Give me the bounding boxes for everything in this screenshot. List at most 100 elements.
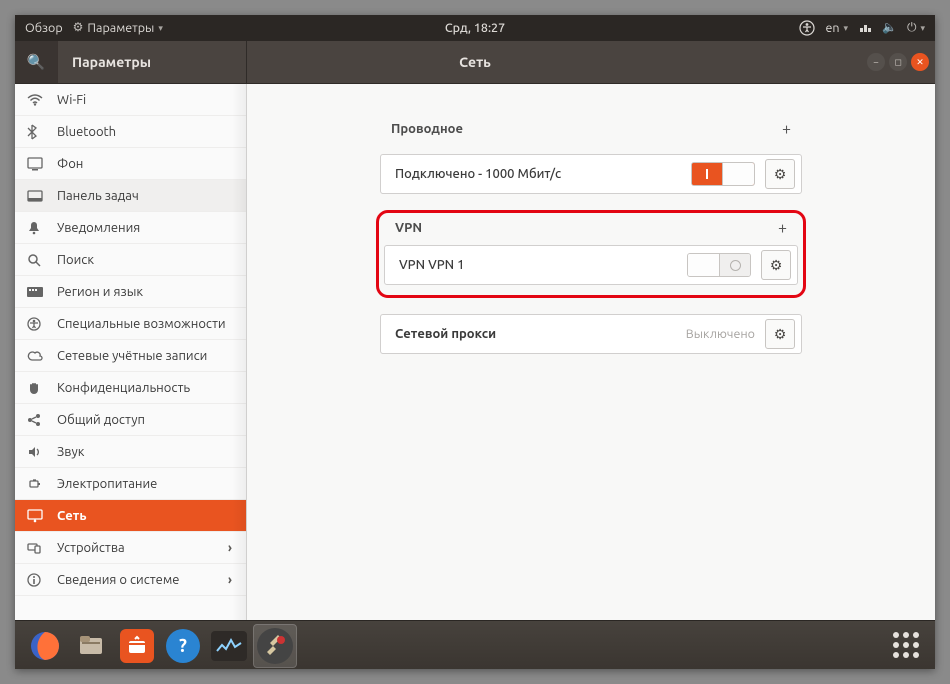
window-minimize-button[interactable]: – — [867, 53, 885, 71]
about-icon — [27, 573, 45, 587]
chevron-right-icon: › — [228, 573, 236, 587]
chevron-right-icon: › — [228, 541, 236, 555]
wired-settings-button[interactable]: ⚙ — [765, 159, 795, 189]
sidebar-item-region[interactable]: Регион и язык — [15, 276, 246, 308]
sidebar-item-label: Регион и язык — [57, 285, 143, 299]
sidebar-item-label: Уведомления — [57, 221, 140, 235]
sidebar-item-label: Звук — [57, 445, 84, 459]
search-icon: 🔍 — [27, 53, 46, 71]
wired-section-header: Проводное + — [387, 120, 795, 138]
clock[interactable]: Срд, 18:27 — [445, 21, 505, 35]
sidebar-item-label: Сеть — [57, 509, 87, 523]
sidebar-item-label: Поиск — [57, 253, 94, 267]
network-status-icon[interactable] — [856, 21, 874, 35]
sidebar-item-label: Устройства — [57, 541, 216, 555]
sidebar-item-label: Фон — [57, 157, 83, 171]
vpn-highlight-annotation: VPN + VPN VPN 1 ⚙ — [376, 210, 806, 298]
sidebar-item-label: Сетевые учётные записи — [57, 349, 207, 363]
network-icon — [27, 509, 45, 523]
wired-status-label: Подключено - 1000 Мбит/с — [395, 167, 681, 181]
network-settings-content: Проводное + Подключено - 1000 Мбит/с ⚙ V… — [247, 84, 935, 620]
gear-icon: ⚙ — [770, 257, 783, 274]
sidebar-item-privacy[interactable]: Конфиденциальность — [15, 372, 246, 404]
gnome-top-panel: Обзор ⚙ Параметры Срд, 18:27 en 🔈 ⏻ — [15, 15, 935, 41]
system-menu-icon[interactable]: ⏻ — [905, 22, 927, 34]
volume-status-icon[interactable]: 🔈 — [880, 22, 899, 34]
a11y-status-icon[interactable] — [797, 20, 817, 36]
wired-toggle[interactable] — [691, 162, 755, 186]
vpn-toggle[interactable] — [687, 253, 751, 277]
a11y-icon — [27, 317, 45, 331]
sidebar-item-network[interactable]: Сеть — [15, 500, 246, 532]
wired-add-button[interactable]: + — [782, 120, 791, 138]
gear-icon: ⚙ — [774, 326, 787, 343]
sidebar-item-label: Сведения о системе — [57, 573, 216, 587]
dock-app-software[interactable] — [115, 624, 159, 668]
sidebar-item-online-accounts[interactable]: Сетевые учётные записи — [15, 340, 246, 372]
sidebar-item-label: Конфиденциальность — [57, 381, 190, 395]
sidebar-item-label: Bluetooth — [57, 125, 116, 139]
vpn-add-button[interactable]: + — [778, 219, 787, 237]
region-icon — [27, 286, 45, 298]
vpn-settings-button[interactable]: ⚙ — [761, 250, 791, 280]
dock-app-tweaks[interactable] — [253, 624, 297, 668]
window-close-button[interactable]: ✕ — [911, 53, 929, 71]
sidebar-item-about[interactable]: Сведения о системе › — [15, 564, 246, 596]
wifi-icon — [27, 94, 45, 106]
sidebar-item-search[interactable]: Поиск — [15, 244, 246, 276]
headerbar-app-title: Параметры — [58, 54, 246, 70]
sidebar-item-bluetooth[interactable]: Bluetooth — [15, 116, 246, 148]
sidebar-item-a11y[interactable]: Специальные возможности — [15, 308, 246, 340]
sidebar-item-sharing[interactable]: Общий доступ — [15, 404, 246, 436]
sidebar-item-dock[interactable]: Панель задач — [15, 180, 246, 212]
vpn-section-title: VPN — [395, 221, 422, 235]
dock-app-files[interactable] — [69, 624, 113, 668]
window-headerbar: 🔍 Параметры Сеть – ◻ ✕ — [15, 41, 935, 84]
sidebar-item-wifi[interactable]: Wi-Fi — [15, 84, 246, 116]
sidebar-item-label: Общий доступ — [57, 413, 145, 427]
power-icon — [27, 477, 45, 491]
headerbar-search-button[interactable]: 🔍 — [15, 41, 58, 83]
settings-sidebar: Wi-Fi Bluetooth Фон Панель задач — [15, 84, 247, 620]
gear-icon: ⚙ — [73, 22, 84, 34]
bell-icon — [27, 221, 45, 235]
proxy-status: Выключено — [686, 327, 755, 341]
app-menu[interactable]: ⚙ Параметры — [71, 21, 165, 35]
keyboard-layout-indicator[interactable]: en — [823, 21, 850, 35]
dock: ? — [15, 620, 935, 669]
gear-icon: ⚙ — [774, 166, 787, 183]
vpn-connection-row: VPN VPN 1 ⚙ — [384, 245, 798, 285]
vpn-section-header: VPN + — [391, 219, 791, 237]
sidebar-item-notifications[interactable]: Уведомления — [15, 212, 246, 244]
sidebar-item-background[interactable]: Фон — [15, 148, 246, 180]
display-icon — [27, 157, 45, 171]
share-icon — [27, 413, 45, 427]
window-maximize-button[interactable]: ◻ — [889, 53, 907, 71]
dock-app-system-monitor[interactable] — [207, 624, 251, 668]
hand-icon — [27, 381, 45, 395]
sidebar-item-sound[interactable]: Звук — [15, 436, 246, 468]
headerbar-page-title: Сеть — [459, 54, 491, 70]
sidebar-item-label: Электропитание — [57, 477, 157, 491]
dock-icon — [27, 190, 45, 202]
search-icon — [27, 253, 45, 267]
vpn-name-label: VPN VPN 1 — [399, 258, 677, 272]
wired-connection-row: Подключено - 1000 Мбит/с ⚙ — [380, 154, 802, 194]
dock-app-help[interactable]: ? — [161, 624, 205, 668]
cloud-icon — [27, 350, 45, 362]
wired-section-title: Проводное — [391, 122, 463, 136]
sidebar-item-label: Специальные возможности — [57, 317, 226, 331]
sidebar-item-devices[interactable]: Устройства › — [15, 532, 246, 564]
bluetooth-icon — [27, 124, 45, 140]
sidebar-item-label: Wi-Fi — [57, 93, 86, 107]
sidebar-item-power[interactable]: Электропитание — [15, 468, 246, 500]
dock-show-applications[interactable] — [893, 632, 921, 660]
dock-app-firefox[interactable] — [23, 624, 67, 668]
sound-icon — [27, 445, 45, 459]
proxy-title: Сетевой прокси — [395, 327, 676, 341]
activities-button[interactable]: Обзор — [23, 21, 65, 35]
devices-icon — [27, 541, 45, 555]
app-menu-label: Параметры — [87, 21, 154, 35]
proxy-row: Сетевой прокси Выключено ⚙ — [380, 314, 802, 354]
proxy-settings-button[interactable]: ⚙ — [765, 319, 795, 349]
